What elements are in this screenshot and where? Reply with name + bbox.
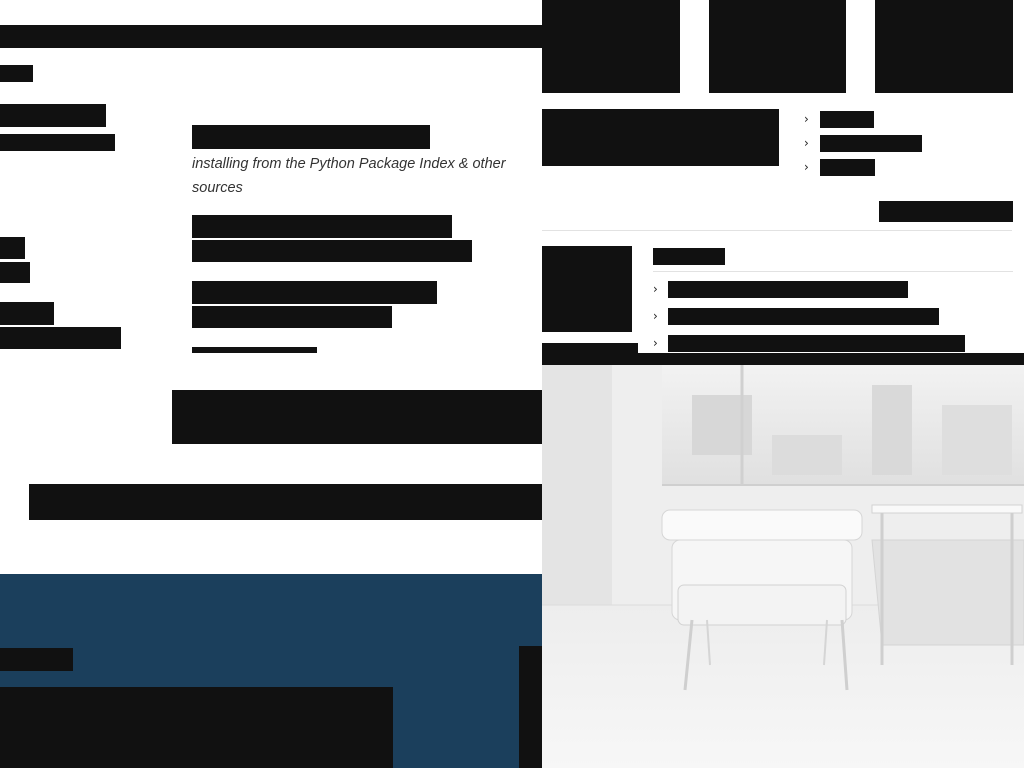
sidebar-link-4[interactable] (0, 262, 30, 283)
tile-2[interactable] (709, 0, 846, 93)
nav-list-item-1[interactable] (820, 111, 874, 128)
body-line-5 (192, 347, 317, 353)
body-line-1 (192, 215, 452, 238)
chevron-right-icon: › (804, 160, 809, 174)
sidebar-link-5[interactable] (0, 302, 54, 325)
article-divider (653, 271, 1013, 272)
footer-heading (0, 648, 73, 671)
footer-side-block (519, 646, 542, 768)
banner-block[interactable] (29, 484, 542, 520)
caption-block (542, 343, 638, 365)
article-thumbnail[interactable] (542, 246, 632, 332)
chevron-right-icon: › (804, 136, 809, 150)
sidebar-link-1[interactable] (0, 104, 106, 127)
body-line-3 (192, 281, 437, 304)
article-link-2[interactable] (668, 308, 939, 325)
article-link-1[interactable] (668, 281, 908, 298)
main-pane: installing from the Python Package Index… (0, 0, 542, 768)
sidebar-link-3[interactable] (0, 237, 25, 259)
top-nav-bar[interactable] (0, 25, 542, 48)
footer-content-block (0, 687, 393, 768)
interior-photo (542, 365, 1024, 768)
article-heading (653, 248, 725, 265)
chevron-right-icon: › (804, 112, 809, 126)
nav-list-item-3[interactable] (820, 159, 875, 176)
chevron-right-icon: › (653, 282, 658, 296)
page-title (192, 125, 430, 149)
article-link-3[interactable] (668, 335, 965, 352)
side-pane: › › › › › › (542, 0, 1024, 768)
nav-list-item-2[interactable] (820, 135, 922, 152)
nav-link-home[interactable] (0, 65, 33, 82)
code-block[interactable] (172, 390, 542, 444)
section-label[interactable] (879, 201, 1013, 222)
footer-band (0, 574, 542, 768)
page-subtitle: installing from the Python Package Index… (192, 156, 506, 196)
caption-strip (638, 353, 1024, 365)
chevron-right-icon: › (653, 309, 658, 323)
tile-1[interactable] (542, 0, 680, 93)
section-divider (542, 230, 1012, 231)
feature-block[interactable] (542, 109, 779, 166)
tile-3[interactable] (875, 0, 1013, 93)
sidebar-link-2[interactable] (0, 134, 115, 151)
body-line-2 (192, 240, 472, 262)
sidebar-link-6[interactable] (0, 327, 121, 349)
chevron-right-icon: › (653, 336, 658, 350)
body-line-4 (192, 306, 392, 328)
